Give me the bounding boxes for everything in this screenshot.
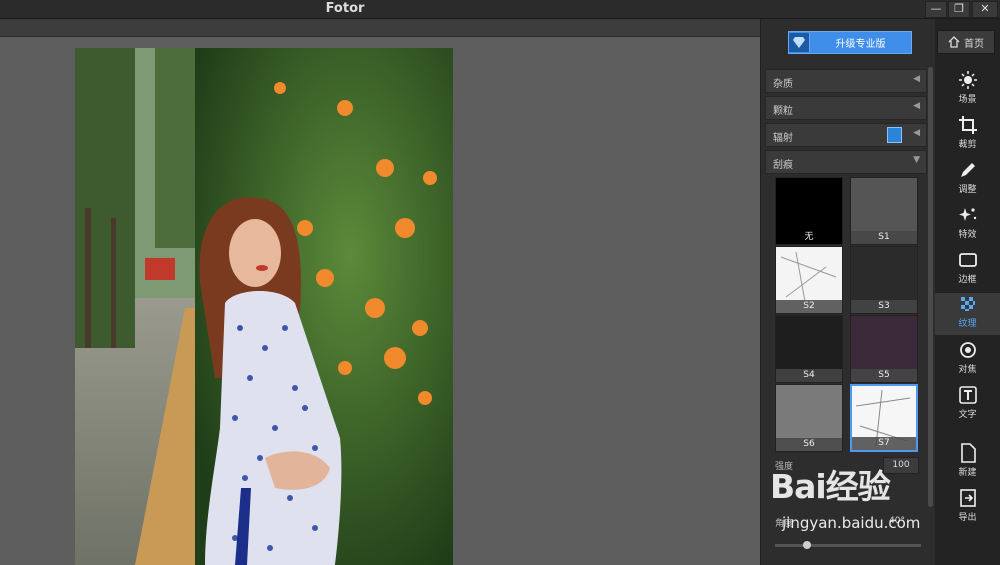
tile-label: S4 [776, 369, 842, 382]
angle-slider[interactable] [775, 541, 921, 549]
tool-text[interactable]: 文字 [935, 384, 1000, 426]
texture-icon [960, 297, 975, 311]
texture-tile-s2[interactable]: S2 [775, 246, 843, 314]
tool-label: 场景 [958, 95, 977, 105]
tool-frame[interactable]: 边框 [935, 249, 1000, 291]
section-impurity[interactable]: 杂质 ◀ [765, 69, 927, 93]
chevron-left-icon: ◀ [913, 128, 920, 138]
tool-label: 新建 [958, 468, 977, 478]
export-icon [959, 489, 976, 507]
crop-icon [958, 116, 977, 134]
home-button[interactable]: 首页 [937, 30, 995, 54]
tool-label: 导出 [958, 513, 977, 523]
tool-crop[interactable]: 裁剪 [935, 114, 1000, 156]
tile-label: S7 [852, 437, 916, 450]
upgrade-label: 升级专业版 [835, 39, 886, 50]
sparkle-icon [958, 208, 976, 221]
minimize-icon: — [930, 2, 942, 15]
tool-export[interactable]: 导出 [935, 487, 1000, 529]
section-label: 辐射 [773, 133, 793, 144]
tool-scene[interactable]: 场景 [935, 69, 1000, 111]
tool-label: 裁剪 [958, 140, 977, 150]
section-label: 杂质 [773, 79, 793, 90]
chevron-down-icon: ▼ [913, 155, 920, 165]
close-button[interactable]: ✕ [972, 1, 998, 18]
section-radiation[interactable]: 辐射 ◀ [765, 123, 927, 147]
panel-scrollbar[interactable] [928, 67, 933, 507]
texture-tile-s5[interactable]: S5 [850, 315, 918, 383]
angle-label: 角度 [775, 519, 794, 529]
edited-photo[interactable] [75, 48, 453, 565]
section-label: 刮痕 [773, 160, 793, 171]
home-icon [948, 36, 960, 48]
app-title: Fotor [325, 1, 365, 16]
section-scratches[interactable]: 刮痕 ▼ [765, 150, 927, 174]
restore-icon: ❐ [954, 2, 964, 15]
tool-label: 对焦 [958, 365, 977, 375]
section-label: 颗粒 [773, 106, 793, 117]
tool-new[interactable]: 新建 [935, 442, 1000, 484]
restore-button[interactable]: ❐ [948, 1, 970, 18]
tile-label: S2 [776, 300, 842, 313]
tile-label: S3 [851, 300, 917, 313]
sun-icon [958, 71, 977, 89]
diamond-icon [789, 33, 810, 52]
texture-tile-s7[interactable]: S7 [850, 384, 918, 452]
minimize-button[interactable]: — [925, 1, 947, 18]
texture-tile-none[interactable]: 无 [775, 177, 843, 245]
title-bar: Fotor — ❐ ✕ [0, 0, 1000, 19]
chevron-left-icon: ◀ [913, 101, 920, 111]
tool-label: 文字 [958, 410, 977, 420]
texture-tile-s4[interactable]: S4 [775, 315, 843, 383]
texture-tile-s6[interactable]: S6 [775, 384, 843, 452]
strength-label: 强度 [775, 462, 794, 472]
section-grain[interactable]: 颗粒 ◀ [765, 96, 927, 120]
home-label: 首页 [964, 38, 984, 50]
angle-value: 40° [889, 516, 905, 526]
slider-handle[interactable] [803, 541, 811, 549]
texture-tile-s3[interactable]: S3 [850, 246, 918, 314]
strength-input[interactable]: 100 [883, 457, 919, 474]
tile-label: S5 [851, 369, 917, 382]
tile-label: S6 [776, 438, 842, 451]
top-toolbar [0, 19, 760, 37]
tile-label: S1 [851, 231, 917, 244]
chevron-left-icon: ◀ [913, 74, 920, 84]
focus-icon [959, 342, 976, 358]
tool-label: 边框 [958, 275, 977, 285]
pencil-icon [960, 163, 975, 177]
tool-effects[interactable]: 特效 [935, 204, 1000, 246]
tool-focus[interactable]: 对焦 [935, 339, 1000, 381]
tool-label: 调整 [958, 185, 977, 195]
texture-panel: 升级专业版 杂质 ◀ 颗粒 ◀ 辐射 ◀ 刮痕 ▼ 无 S1 S2 S3 S4 [760, 19, 936, 565]
text-icon [958, 386, 977, 404]
tool-label: 纹理 [958, 319, 977, 329]
tile-label: 无 [804, 232, 814, 242]
new-file-icon [960, 443, 976, 463]
tool-label: 特效 [958, 230, 977, 240]
frame-icon [958, 253, 977, 267]
close-icon: ✕ [980, 2, 990, 15]
vip-diamond-icon [887, 127, 902, 143]
tool-adjust[interactable]: 调整 [935, 159, 1000, 201]
upgrade-pro-button[interactable]: 升级专业版 [788, 31, 912, 54]
tool-sidebar: 首页 场景 裁剪 调整 特效 边框 纹理 对焦 文字 新建 导出 [935, 19, 1000, 565]
tool-texture[interactable]: 纹理 [935, 293, 1000, 335]
texture-tile-s1[interactable]: S1 [850, 177, 918, 245]
